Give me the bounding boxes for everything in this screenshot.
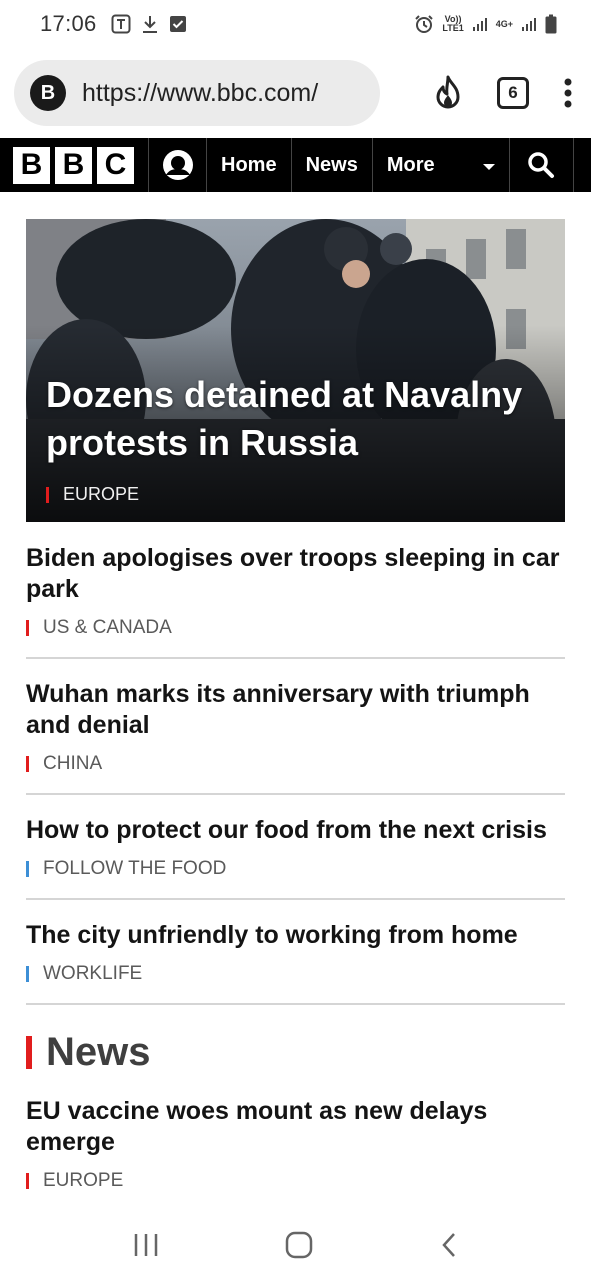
recents-icon[interactable]: [132, 1232, 160, 1258]
status-time: 17:06: [40, 11, 97, 36]
checkbox-icon: [169, 15, 187, 33]
story-tag-label: US & CANADA: [43, 617, 172, 638]
list-item[interactable]: EU vaccine woes mount as new delays emer…: [26, 1096, 565, 1192]
story-tag[interactable]: EUROPE: [26, 1170, 565, 1192]
more-vert-icon[interactable]: [563, 78, 573, 108]
status-bar: 17:06 Vo)) LTE1 4G+: [0, 0, 591, 48]
network-type: 4G+: [495, 18, 513, 29]
signal-icon: [472, 16, 488, 32]
divider: [26, 793, 565, 795]
system-navigation-bar: [0, 1210, 591, 1280]
story-headline[interactable]: How to protect our food from the next cr…: [26, 815, 565, 846]
url-text[interactable]: https://www.bbc.com/: [82, 79, 318, 108]
search-icon[interactable]: [510, 138, 574, 192]
story-tag[interactable]: US & CANADA: [26, 617, 565, 639]
list-item[interactable]: Biden apologises over troops sleeping in…: [26, 543, 565, 639]
tag-marker: [26, 620, 29, 636]
hero-story[interactable]: Dozens detained at Navalny protests in R…: [26, 219, 565, 522]
list-item[interactable]: Wuhan marks its anniversary with triumph…: [26, 679, 565, 775]
story-tag[interactable]: WORKLIFE: [26, 963, 565, 985]
address-bar[interactable]: B https://www.bbc.com/: [14, 60, 380, 126]
story-headline[interactable]: Biden apologises over troops sleeping in…: [26, 543, 565, 605]
tag-marker: [26, 966, 29, 982]
logo-block: B: [13, 146, 50, 184]
hero-tag[interactable]: EUROPE: [46, 484, 139, 505]
logo-block: C: [97, 146, 134, 184]
battery-icon: [545, 14, 557, 34]
story-tag-label: EUROPE: [43, 1170, 124, 1191]
story-tag[interactable]: FOLLOW THE FOOD: [26, 858, 565, 880]
divider: [26, 1003, 565, 1005]
tag-marker: [46, 486, 49, 503]
nav-more-label: More: [386, 153, 435, 176]
user-icon[interactable]: [149, 138, 207, 192]
nav-news[interactable]: News: [292, 138, 373, 192]
alarm-icon: [414, 14, 434, 34]
story-headline[interactable]: Wuhan marks its anniversary with triumph…: [26, 679, 565, 741]
story-headline[interactable]: EU vaccine woes mount as new delays emer…: [26, 1096, 565, 1158]
story-tag-label: WORKLIFE: [43, 963, 143, 984]
story-tag-label: CHINA: [43, 753, 103, 774]
list-item[interactable]: How to protect our food from the next cr…: [26, 815, 565, 880]
tag-marker: [26, 861, 29, 877]
volte-indicator: Vo)) LTE1: [442, 14, 464, 33]
divider: [26, 657, 565, 659]
back-icon[interactable]: [439, 1231, 459, 1259]
list-item[interactable]: The city unfriendly to working from home…: [26, 920, 565, 985]
story-tag[interactable]: CHINA: [26, 753, 565, 775]
tab-count: 6: [508, 83, 518, 102]
logo-block: B: [55, 146, 92, 184]
site-favicon: B: [30, 75, 66, 111]
bbc-navigation: B B C Home News More: [0, 138, 591, 192]
section-marker: [26, 1036, 32, 1069]
teams-icon: [111, 14, 131, 34]
signal-icon: [521, 16, 537, 32]
flame-icon[interactable]: [433, 75, 463, 111]
download-icon: [141, 14, 159, 34]
section-heading-news[interactable]: News: [26, 1030, 151, 1075]
caret-down-icon: [482, 164, 495, 170]
nav-home[interactable]: Home: [207, 138, 292, 192]
tag-marker: [26, 756, 29, 772]
tag-marker: [26, 1173, 29, 1189]
tabs-icon[interactable]: 6: [497, 77, 529, 109]
browser-toolbar: B https://www.bbc.com/ 6: [0, 48, 591, 138]
story-headline[interactable]: The city unfriendly to working from home: [26, 920, 565, 951]
hero-headline[interactable]: Dozens detained at Navalny protests in R…: [46, 371, 546, 467]
nav-more[interactable]: More: [373, 138, 510, 192]
divider: [26, 898, 565, 900]
bbc-logo[interactable]: B B C: [0, 138, 149, 192]
story-tag-label: FOLLOW THE FOOD: [43, 858, 227, 879]
section-title: News: [46, 1030, 151, 1074]
hero-tag-label: EUROPE: [63, 484, 140, 504]
home-icon[interactable]: [284, 1230, 314, 1260]
